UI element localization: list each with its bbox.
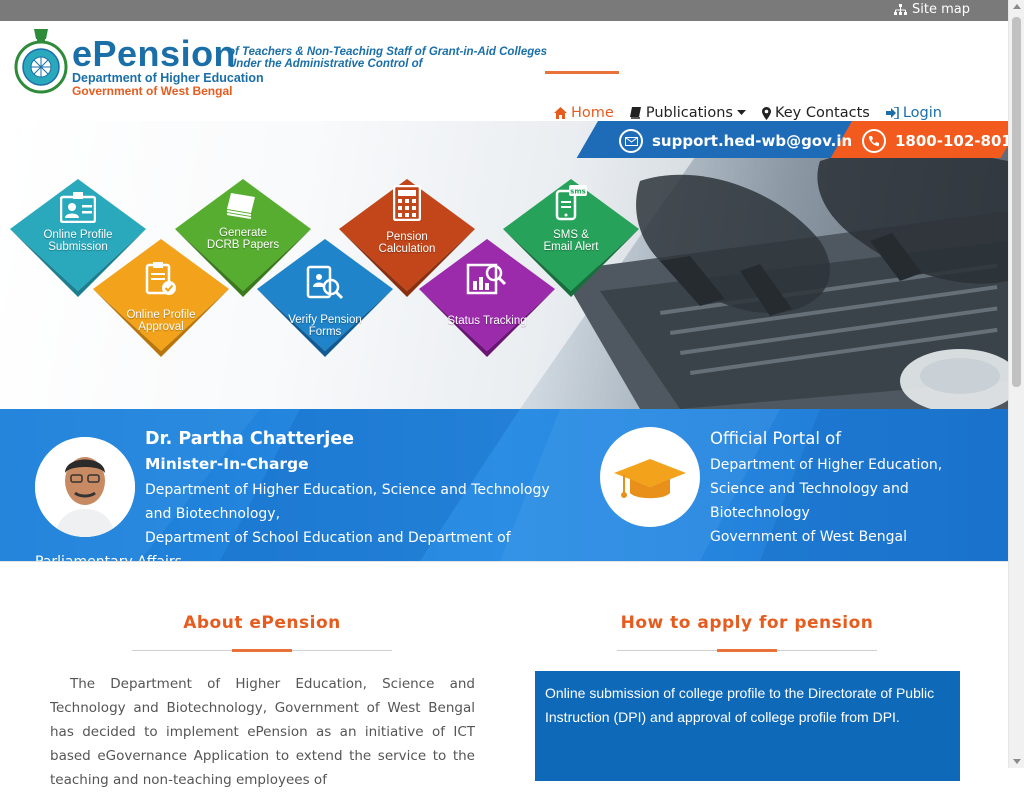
home-icon [554,107,567,119]
brand-logo-text[interactable]: ePension [72,36,236,72]
envelope-icon [619,129,643,153]
tile-shape [419,239,555,357]
graduation-cap-icon [614,459,686,499]
about-title: About ePension [183,613,341,633]
tile-label-line2: Forms [308,326,342,338]
papers-icon [226,193,255,219]
apply-step-text: Online submission of college profile to … [545,685,935,725]
top-bar: Site map [0,0,1008,21]
tile-label: Verify Pension Forms [257,314,393,338]
section-divider [0,561,1008,562]
logo-tagline: of Teachers & Non-Teaching Staff of Gran… [228,46,547,70]
minister-dept-line2: Department of School Education and Depar… [145,530,511,546]
portal-title: Official Portal of [710,429,842,448]
id-card-icon [60,192,96,223]
map-marker-icon [761,106,771,120]
apply-step-box: Online submission of college profile to … [535,671,960,781]
portal-line1: Department of Higher Education, [710,457,943,473]
apply-title: How to apply for pension [620,613,874,633]
support-email-link[interactable]: support.hed-wb@gov.in [619,129,852,153]
sms-phone-icon: sms [555,185,587,221]
sitemap-icon [894,3,908,15]
nav-publications-label: Publications [645,105,733,121]
tile-label-line2: Approval [138,321,184,333]
west-bengal-emblem-icon[interactable] [14,27,68,95]
caret-down-icon [736,110,746,115]
tile-label-line1: Status Tracking [447,315,527,327]
nav-login-label: Login [902,105,942,121]
tile-status-tracking[interactable]: Status Tracking [419,239,555,357]
phone-icon [862,129,886,153]
portal-avatar [600,427,700,527]
nav-home[interactable]: Home [554,105,614,121]
tile-shape [93,239,229,357]
minister-name: Dr. Partha Chatterjee [145,429,355,449]
logo-tagline-line2: Under the Administrative Control of [228,58,423,70]
portal-body: Department of Higher Education, Science … [710,453,1000,549]
tile-label: Online Profile Approval [93,309,229,333]
nav-key-contacts[interactable]: Key Contacts [761,105,870,121]
portal-line4: Government of West Bengal [710,529,908,545]
tile-label-line1: Online Profile [126,309,196,321]
logo-department: Department of Higher Education [72,71,264,85]
nav-home-label: Home [571,105,614,121]
logo-government: Government of West Bengal [72,84,233,98]
portal-line3: Biotechnology [710,505,810,521]
hero-banner: support.hed-wb@gov.in 1800-102-8014 Onli… [0,121,1008,409]
approval-document-icon [145,262,176,295]
scroll-down-arrow-icon[interactable] [1013,759,1021,764]
support-phone-link[interactable]: 1800-102-8014 [862,129,1008,153]
scrollbar[interactable] [1008,0,1024,768]
tile-label-line1: Verify Pension [288,314,362,326]
calculator-icon [393,185,421,221]
minister-dept-line3: Parliamentary Affairs [35,550,182,561]
status-tracking-icon [466,263,507,295]
about-body: The Department of Higher Education, Scie… [50,676,475,788]
minister-photo [35,437,135,537]
tile-online-profile-approval[interactable]: Online Profile Approval [93,239,229,357]
minister-role: Minister-In-Charge [145,455,309,473]
tile-label: Status Tracking [419,315,555,327]
nav-publications[interactable]: Publications [629,105,746,121]
verify-search-icon [306,265,344,300]
minister-avatar [35,437,135,537]
logo-tagline-line1: of Teachers & Non-Teaching Staff of Gran… [228,46,548,58]
book-icon [629,107,641,119]
svg-text:sms: sms [570,188,586,196]
nav-key-contacts-label: Key Contacts [774,105,870,121]
nav-active-indicator [545,71,619,74]
tile-verify-pension-forms[interactable]: Verify Pension Forms [257,239,393,357]
header: ePension of Teachers & Non-Teaching Staf… [0,21,1008,121]
minister-dept-line1: Department of Higher Education, Science … [145,482,550,522]
scroll-thumb[interactable] [1012,17,1021,387]
minister-strip: Dr. Partha Chatterjee Minister-In-Charge… [0,409,1008,561]
main-nav: Home Publications Key Contacts Login [554,105,942,121]
support-phone: 1800-102-8014 [895,132,1008,150]
nav-login[interactable]: Login [885,105,942,121]
tile-label-line1: Generate [219,227,267,239]
portal-line2: Science and Technology and [710,481,909,497]
scroll-up-arrow-icon[interactable] [1013,4,1021,9]
tile-label-line1: SMS & [553,229,589,241]
sitemap-label: Site map [912,2,970,17]
sign-in-icon [885,107,899,119]
sitemap-link[interactable]: Site map [894,2,970,17]
about-title-accent [232,649,292,652]
support-email: support.hed-wb@gov.in [652,132,853,150]
apply-title-accent [717,649,777,652]
